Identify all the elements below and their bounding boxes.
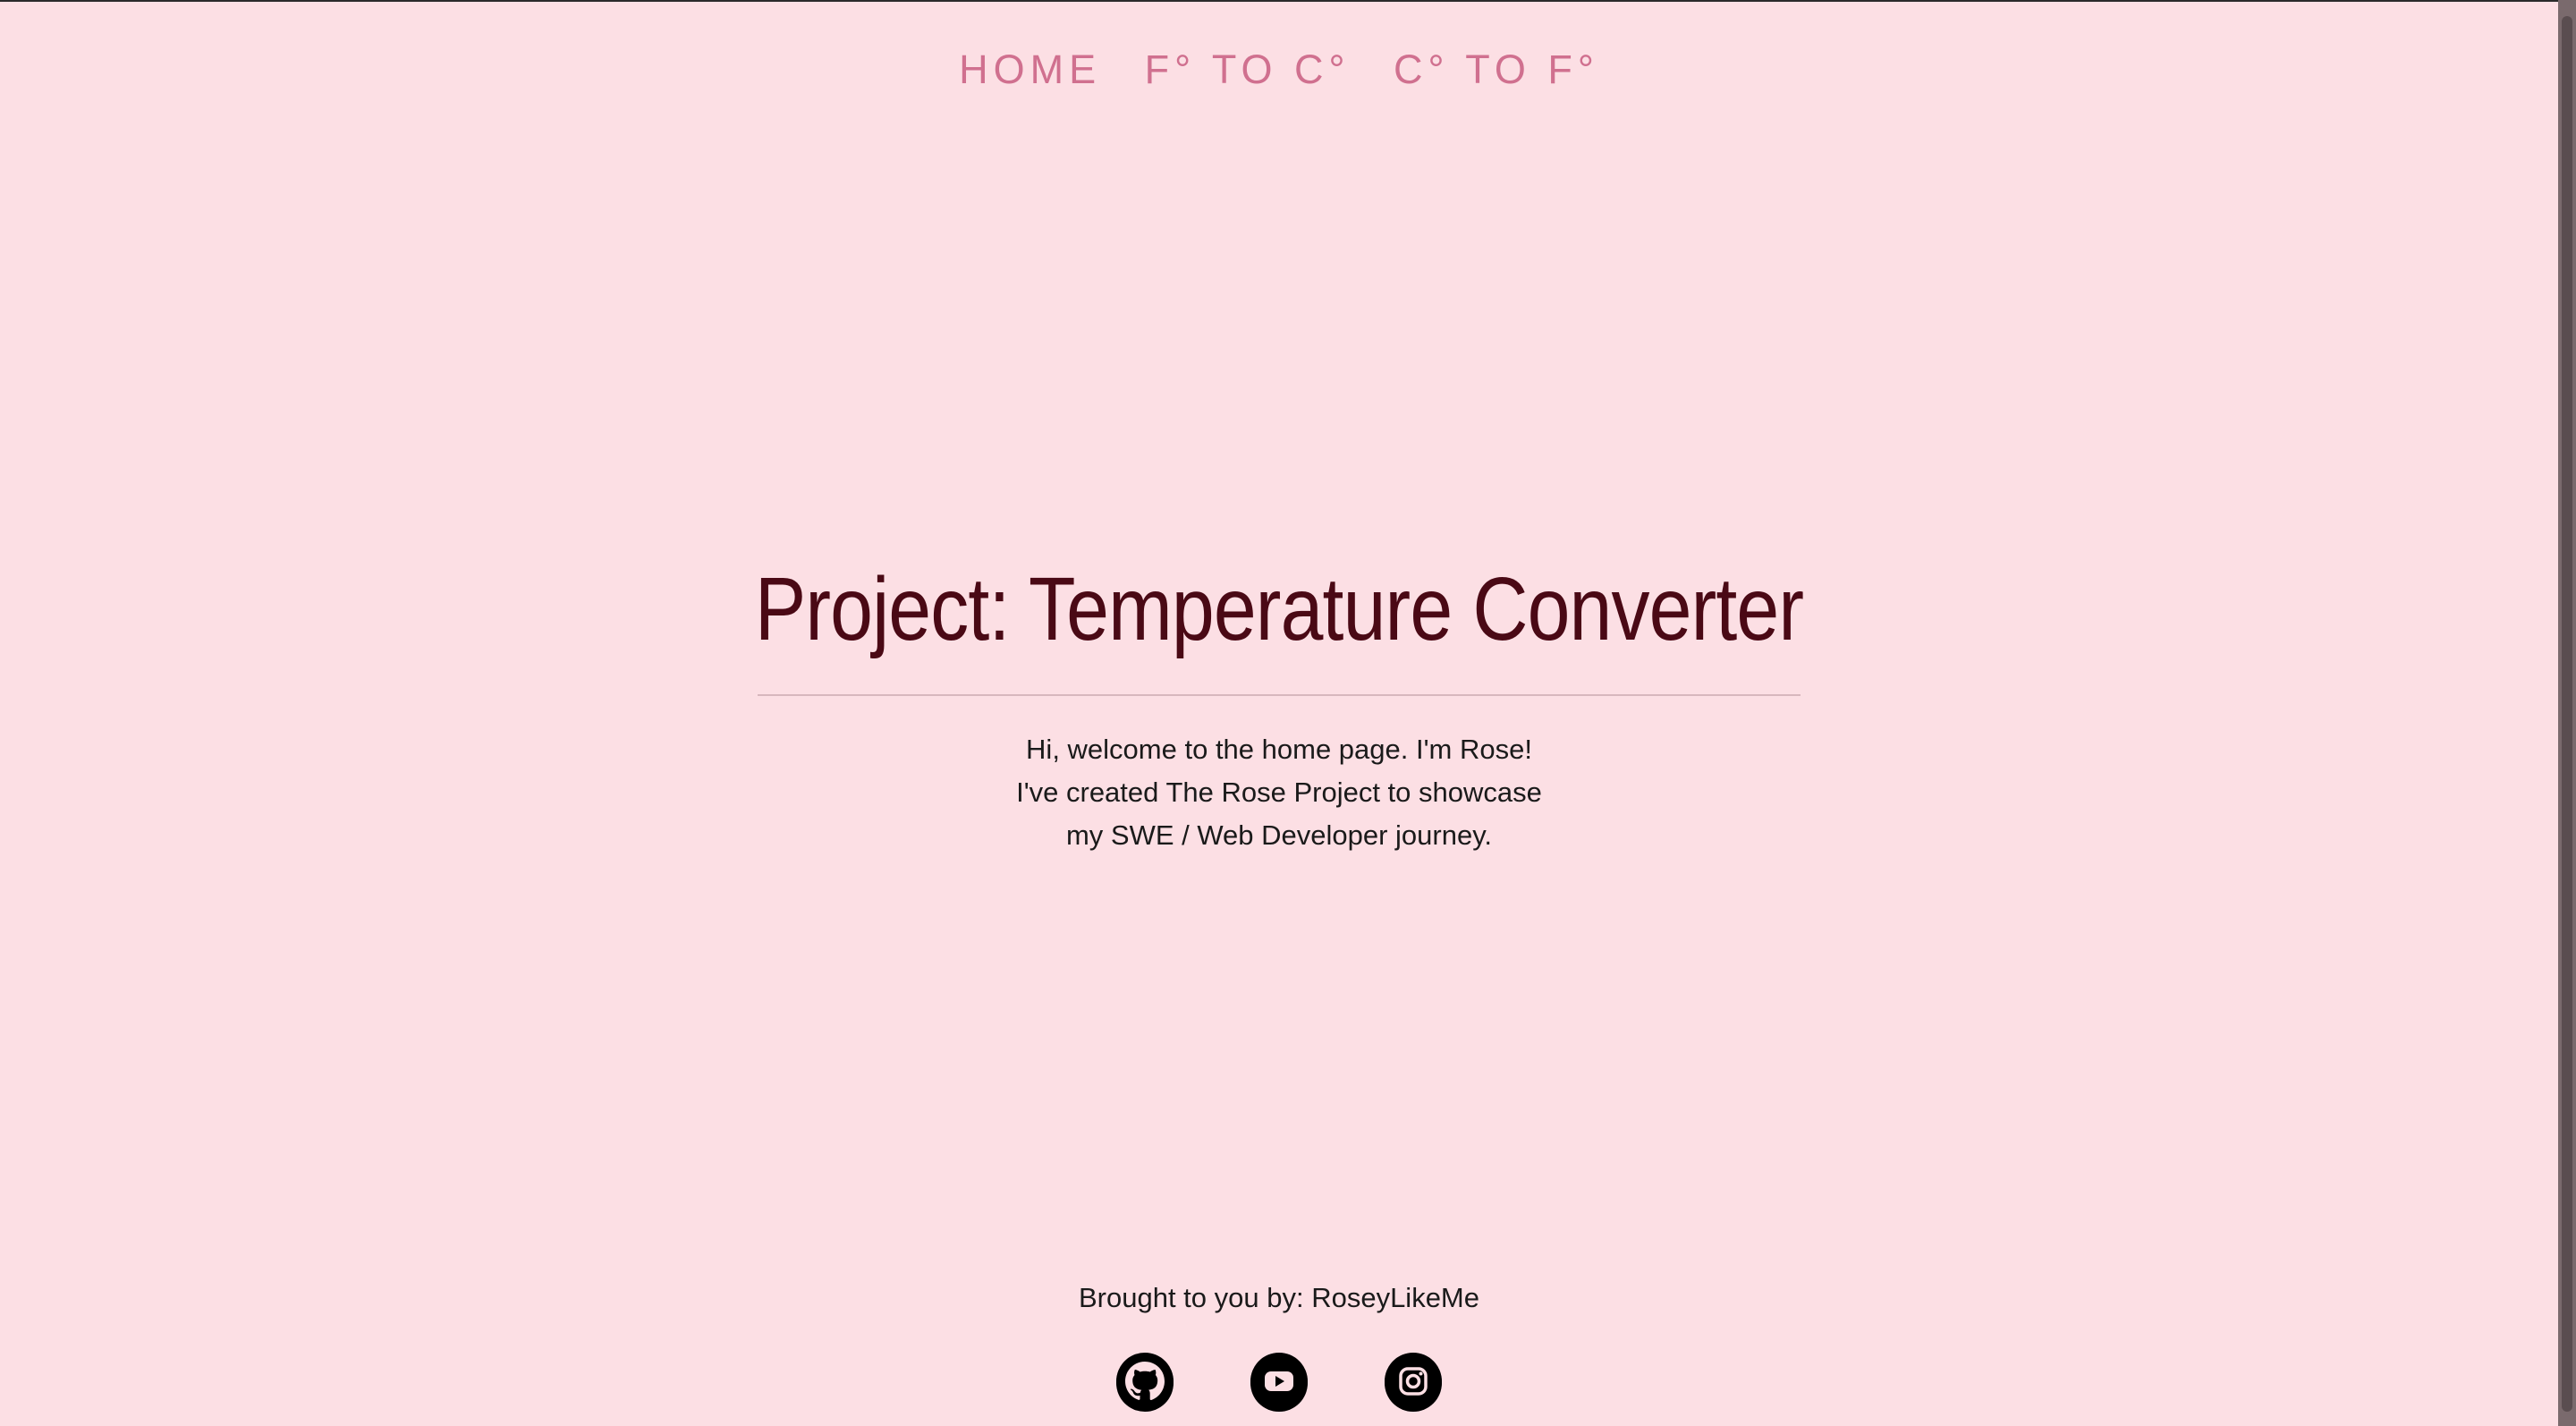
welcome-line-1: Hi, welcome to the home page. I'm Rose! <box>1026 734 1532 765</box>
github-icon <box>1116 1352 1174 1414</box>
page-viewport: HOME F° TO C° C° TO F° Project: Temperat… <box>0 2 2558 1426</box>
welcome-line-2: I've created The Rose Project to showcas… <box>1016 777 1542 808</box>
github-link[interactable] <box>1116 1352 1174 1414</box>
instagram-link[interactable] <box>1385 1352 1442 1414</box>
footer: Brought to you by: RoseyLikeMe <box>0 1277 2558 1412</box>
youtube-link[interactable] <box>1250 1352 1308 1414</box>
welcome-line-3: my SWE / Web Developer journey. <box>1065 819 1493 851</box>
hero-section: Project: Temperature Converter Hi, welco… <box>0 551 2558 857</box>
page-title: Project: Temperature Converter <box>754 559 1804 659</box>
top-nav: HOME F° TO C° C° TO F° <box>0 47 2558 93</box>
welcome-text: Hi, welcome to the home page. I'm Rose! … <box>0 728 2558 857</box>
youtube-icon <box>1250 1352 1308 1414</box>
social-links <box>0 1352 2558 1414</box>
title-divider <box>758 694 1801 696</box>
vertical-scrollbar[interactable] <box>2558 0 2576 1426</box>
scrollbar-thumb[interactable] <box>2562 16 2572 1412</box>
nav-c-to-f-link[interactable]: C° TO F° <box>1394 47 1599 93</box>
nav-f-to-c-link[interactable]: F° TO C° <box>1145 47 1351 93</box>
instagram-icon <box>1385 1352 1442 1414</box>
footer-credit: Brought to you by: RoseyLikeMe <box>1078 1282 1480 1313</box>
nav-home-link[interactable]: HOME <box>959 47 1101 93</box>
